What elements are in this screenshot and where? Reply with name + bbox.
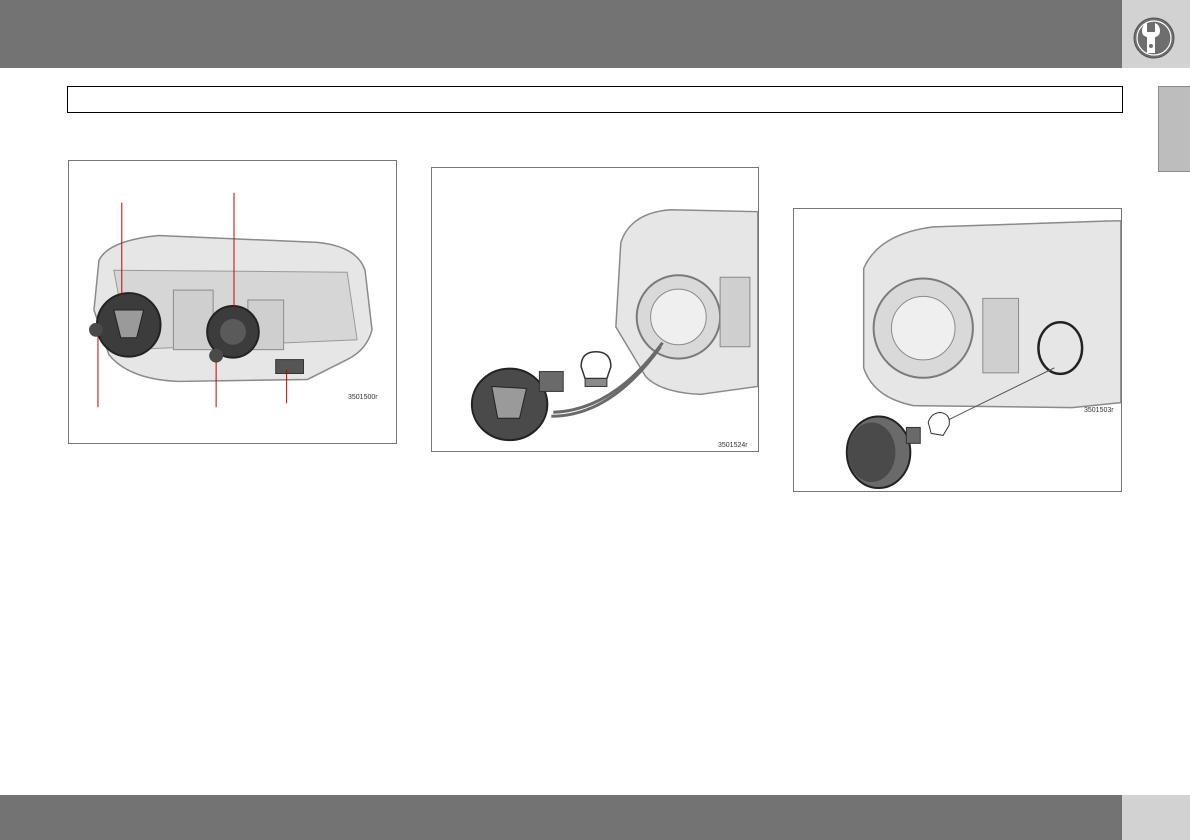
figure-headlamp-rear: 3501500r — [68, 160, 397, 444]
footer-corner — [1122, 795, 1190, 840]
figure-code: 3501524r — [718, 442, 748, 449]
figure-code: 3501500r — [348, 394, 378, 401]
section-title-box — [67, 86, 1123, 113]
wrench-tools-icon — [1133, 17, 1175, 59]
cover-removal-illustration — [845, 220, 1121, 490]
bulb-removal-illustration — [470, 208, 758, 442]
figure-code: 3501503r — [1084, 407, 1114, 414]
footer-bar — [0, 795, 1122, 840]
header-bar — [0, 0, 1122, 68]
figure-cover-removal: 3501503r — [793, 208, 1122, 492]
figure-bulb-removal: 3501524r — [431, 167, 759, 452]
chapter-tab[interactable] — [1158, 86, 1190, 172]
headlamp-rear-illustration — [89, 192, 373, 408]
